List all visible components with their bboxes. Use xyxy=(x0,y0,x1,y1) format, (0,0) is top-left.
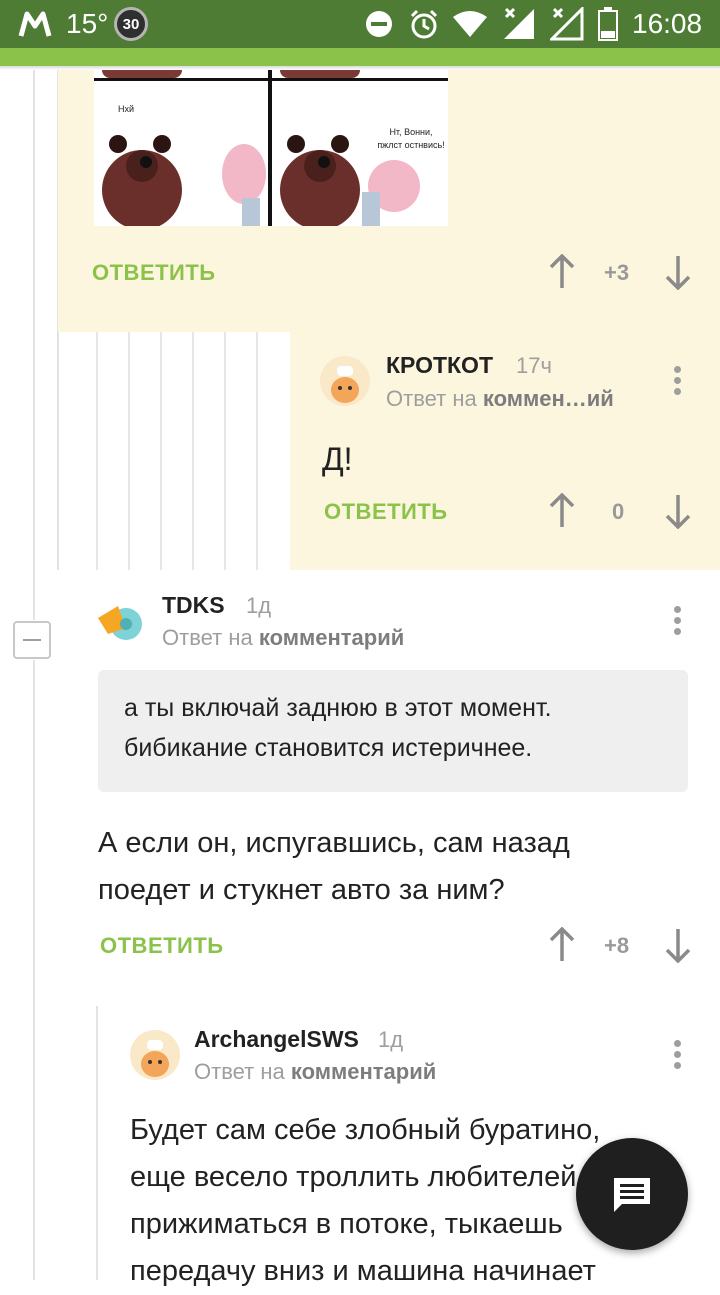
quote-line: бибикание становится истеричнее. xyxy=(124,734,533,762)
dnd-icon xyxy=(364,0,394,48)
thread-line xyxy=(33,660,35,1280)
reply-button[interactable]: ОТВЕТИТЬ xyxy=(324,499,448,525)
comment-image[interactable]: Нхй Нт, Вонни, пжлст остнвись! xyxy=(94,70,448,226)
vote-score: 0 xyxy=(612,499,625,524)
signal-icon-2 xyxy=(550,0,584,48)
avatar[interactable] xyxy=(130,1030,180,1080)
alarm-icon xyxy=(408,0,440,48)
app-logo-icon xyxy=(18,0,52,48)
upvote-icon[interactable] xyxy=(548,926,576,968)
wifi-icon xyxy=(452,0,488,48)
reply-button[interactable]: ОТВЕТИТЬ xyxy=(100,933,224,959)
comment-text: Будет сам себе злобный буратино, еще вес… xyxy=(130,1114,601,1287)
upvote-icon[interactable] xyxy=(548,492,576,534)
clock: 16:08 xyxy=(632,8,703,39)
comment-username[interactable]: ArchangelSWS xyxy=(194,1026,359,1053)
comic-left-caption: Нхй xyxy=(118,104,135,114)
reply-button[interactable]: ОТВЕТИТЬ xyxy=(92,260,216,286)
vote-score: +3 xyxy=(604,260,630,285)
avatar[interactable] xyxy=(96,594,146,644)
signal-icon xyxy=(502,0,536,48)
comment-text: А если он, испугавшись, сам назад поедет… xyxy=(98,827,570,906)
more-options-icon[interactable] xyxy=(674,1040,682,1073)
downvote-icon[interactable] xyxy=(664,254,692,295)
chat-icon xyxy=(614,1178,650,1212)
vote-score: +8 xyxy=(604,933,630,958)
status-bar: 15° 30 16:08 xyxy=(0,0,720,48)
comment-username[interactable]: КРОТКОТ xyxy=(386,352,493,379)
avatar[interactable] xyxy=(320,356,370,406)
nested-thread-lines xyxy=(96,332,288,570)
comment-time: 1д xyxy=(246,593,272,618)
app-header-strip xyxy=(0,48,720,66)
comment-time: 17ч xyxy=(516,353,552,378)
comment-username[interactable]: TDKS xyxy=(162,592,225,619)
more-options-icon[interactable] xyxy=(674,366,682,399)
thread-line xyxy=(96,1006,98,1280)
more-options-icon[interactable] xyxy=(674,606,682,639)
reply-to-link[interactable]: Ответ на комментарий xyxy=(194,1059,436,1085)
comment-text: Д! xyxy=(322,441,353,477)
downvote-icon[interactable] xyxy=(664,927,692,968)
quote-block: а ты включай заднюю в этот момент. бибик… xyxy=(98,670,688,792)
battery-icon xyxy=(598,0,618,48)
quote-line: а ты включай заднюю в этот момент. xyxy=(124,694,552,722)
temperature: 15° xyxy=(66,8,109,39)
downvote-icon[interactable] xyxy=(664,493,692,534)
thread-line xyxy=(33,70,35,620)
badge-icon: 30 xyxy=(114,0,148,48)
chat-fab-button[interactable] xyxy=(576,1138,688,1250)
reply-to-link[interactable]: Ответ на комментарий xyxy=(162,625,404,651)
reply-to-link[interactable]: Ответ на коммен…ий xyxy=(386,386,614,412)
badge-number: 30 xyxy=(114,7,148,41)
upvote-icon[interactable] xyxy=(548,253,576,295)
comment-time: 1д xyxy=(378,1027,404,1052)
collapse-icon[interactable] xyxy=(13,621,51,659)
